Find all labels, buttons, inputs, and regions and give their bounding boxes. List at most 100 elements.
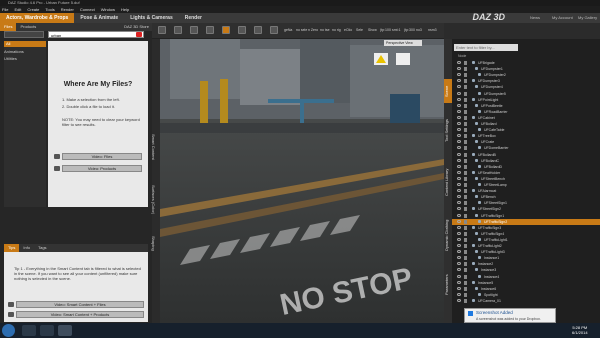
tab-info[interactable]: Info xyxy=(19,244,34,252)
lock-icon[interactable] xyxy=(464,207,467,212)
search-input[interactable]: urban xyxy=(48,31,144,38)
tool-icon[interactable] xyxy=(158,26,166,34)
visibility-eye-icon[interactable] xyxy=(457,115,461,119)
visibility-eye-icon[interactable] xyxy=(457,237,461,241)
main-tab-0[interactable]: Actors, Wardrobe & Props xyxy=(0,13,75,23)
lock-icon[interactable] xyxy=(464,225,467,230)
visibility-eye-icon[interactable] xyxy=(457,262,461,266)
lock-icon[interactable] xyxy=(464,298,467,303)
visibility-eye-icon[interactable] xyxy=(457,79,461,83)
lock-icon[interactable] xyxy=(464,189,467,194)
lock-icon[interactable] xyxy=(464,286,467,291)
visibility-eye-icon[interactable] xyxy=(457,97,461,101)
lock-icon[interactable] xyxy=(464,109,467,114)
visibility-eye-icon[interactable] xyxy=(457,250,461,254)
visibility-eye-icon[interactable] xyxy=(457,128,461,132)
toolbar-label[interactable]: (tp:300 xyxy=(404,28,415,32)
lock-icon[interactable] xyxy=(464,158,467,163)
tab-files[interactable]: Files xyxy=(0,23,17,31)
tab-parameters[interactable]: Parameters xyxy=(444,265,452,305)
menu-render[interactable]: Render xyxy=(61,6,74,13)
lock-icon[interactable] xyxy=(464,183,467,187)
video-smart-files-button[interactable]: Video: Smart Content + Files xyxy=(16,301,144,308)
main-tab-3[interactable]: Render xyxy=(179,13,208,23)
lock-icon[interactable] xyxy=(464,140,467,145)
main-tab-2[interactable]: Lights & Cameras xyxy=(124,13,179,23)
tab-tags[interactable]: Tags xyxy=(34,244,50,252)
visibility-eye-icon[interactable] xyxy=(457,140,461,144)
tab-shaping[interactable]: Shaping xyxy=(148,228,156,258)
news-link[interactable]: News xyxy=(530,15,540,20)
lock-icon[interactable] xyxy=(464,67,467,72)
visibility-eye-icon[interactable] xyxy=(457,268,461,272)
video-smart-products-button[interactable]: Video: Smart Content + Products xyxy=(16,311,144,318)
category-utilities[interactable]: Utilities xyxy=(4,56,17,61)
toolbar-label[interactable]: eCtio xyxy=(344,28,352,32)
menu-window[interactable]: Window xyxy=(101,6,115,13)
visibility-eye-icon[interactable] xyxy=(457,122,461,125)
menu-tools[interactable]: Tools xyxy=(45,6,54,13)
lock-icon[interactable] xyxy=(464,213,467,218)
lock-icon[interactable] xyxy=(464,262,467,267)
clear-search-icon[interactable] xyxy=(136,32,142,37)
visibility-eye-icon[interactable] xyxy=(457,170,461,174)
toolbar-label[interactable]: Sele xyxy=(356,28,363,32)
category-animations[interactable]: Animations xyxy=(4,49,24,54)
visibility-eye-icon[interactable] xyxy=(457,61,461,64)
visibility-eye-icon[interactable] xyxy=(457,189,461,193)
filter-dropdown[interactable] xyxy=(4,31,44,38)
start-button[interactable] xyxy=(2,324,15,337)
visibility-eye-icon[interactable] xyxy=(457,183,461,186)
daz-store-button[interactable]: DAZ 3D Store xyxy=(121,23,152,31)
menu-file[interactable]: File xyxy=(2,6,8,13)
video-files-button[interactable]: Video: Files xyxy=(62,153,142,160)
lock-icon[interactable] xyxy=(464,274,467,279)
toolbar-label[interactable]: no3 xyxy=(416,28,422,32)
tool-icon[interactable] xyxy=(238,26,246,34)
lock-icon[interactable] xyxy=(464,85,467,90)
visibility-eye-icon[interactable] xyxy=(457,91,461,95)
tool-icon[interactable] xyxy=(270,26,278,34)
visibility-eye-icon[interactable] xyxy=(457,298,461,302)
toolbar-label[interactable]: smt:1 xyxy=(392,28,401,32)
dropbox-notification[interactable]: Screenshot Added A screenshot was added … xyxy=(464,308,556,323)
visibility-eye-icon[interactable] xyxy=(457,256,461,260)
tool-icon[interactable] xyxy=(206,26,214,34)
visibility-eye-icon[interactable] xyxy=(457,231,461,235)
toolbar-label[interactable]: nsm3 xyxy=(428,28,437,32)
lock-icon[interactable] xyxy=(464,237,467,242)
visibility-eye-icon[interactable] xyxy=(457,292,461,296)
visibility-eye-icon[interactable] xyxy=(457,103,461,107)
lock-icon[interactable] xyxy=(464,73,467,78)
tab-scene[interactable]: Scene xyxy=(444,79,452,103)
visibility-eye-icon[interactable] xyxy=(457,244,461,247)
lock-icon[interactable] xyxy=(464,219,467,224)
lock-icon[interactable] xyxy=(464,231,467,236)
lock-icon[interactable] xyxy=(464,256,467,261)
toolbar-label[interactable]: no rig xyxy=(332,28,341,32)
3d-viewport[interactable]: NO STOP xyxy=(160,39,444,323)
visibility-eye-icon[interactable] xyxy=(457,274,461,278)
lock-icon[interactable] xyxy=(464,122,467,126)
lock-icon[interactable] xyxy=(464,244,467,248)
visibility-eye-icon[interactable] xyxy=(457,176,461,180)
menu-connect[interactable]: Connect xyxy=(80,6,95,13)
category-all[interactable]: All xyxy=(4,41,46,47)
my-gallery-link[interactable]: My Gallery xyxy=(578,15,597,20)
lock-icon[interactable] xyxy=(464,134,467,139)
lock-icon[interactable] xyxy=(464,268,467,273)
menu-edit[interactable]: Edit xyxy=(14,6,21,13)
visibility-eye-icon[interactable] xyxy=(457,286,461,290)
scene-filter-input[interactable]: Enter text to filter by... xyxy=(454,44,518,51)
visibility-eye-icon[interactable] xyxy=(457,195,461,199)
visibility-eye-icon[interactable] xyxy=(457,280,461,284)
tab-smart-content[interactable]: Smart Content xyxy=(148,122,156,172)
toolbar-label[interactable]: no tse xyxy=(320,28,330,32)
lock-icon[interactable] xyxy=(464,103,467,108)
visibility-eye-icon[interactable] xyxy=(457,109,461,113)
visibility-eye-icon[interactable] xyxy=(457,207,461,211)
perspective-view-dropdown[interactable]: Perspective View xyxy=(384,40,422,46)
daz-studio-taskbar-icon[interactable] xyxy=(58,325,72,336)
visibility-eye-icon[interactable] xyxy=(457,225,461,229)
toolbar-label[interactable]: (tp:100 xyxy=(380,28,391,32)
